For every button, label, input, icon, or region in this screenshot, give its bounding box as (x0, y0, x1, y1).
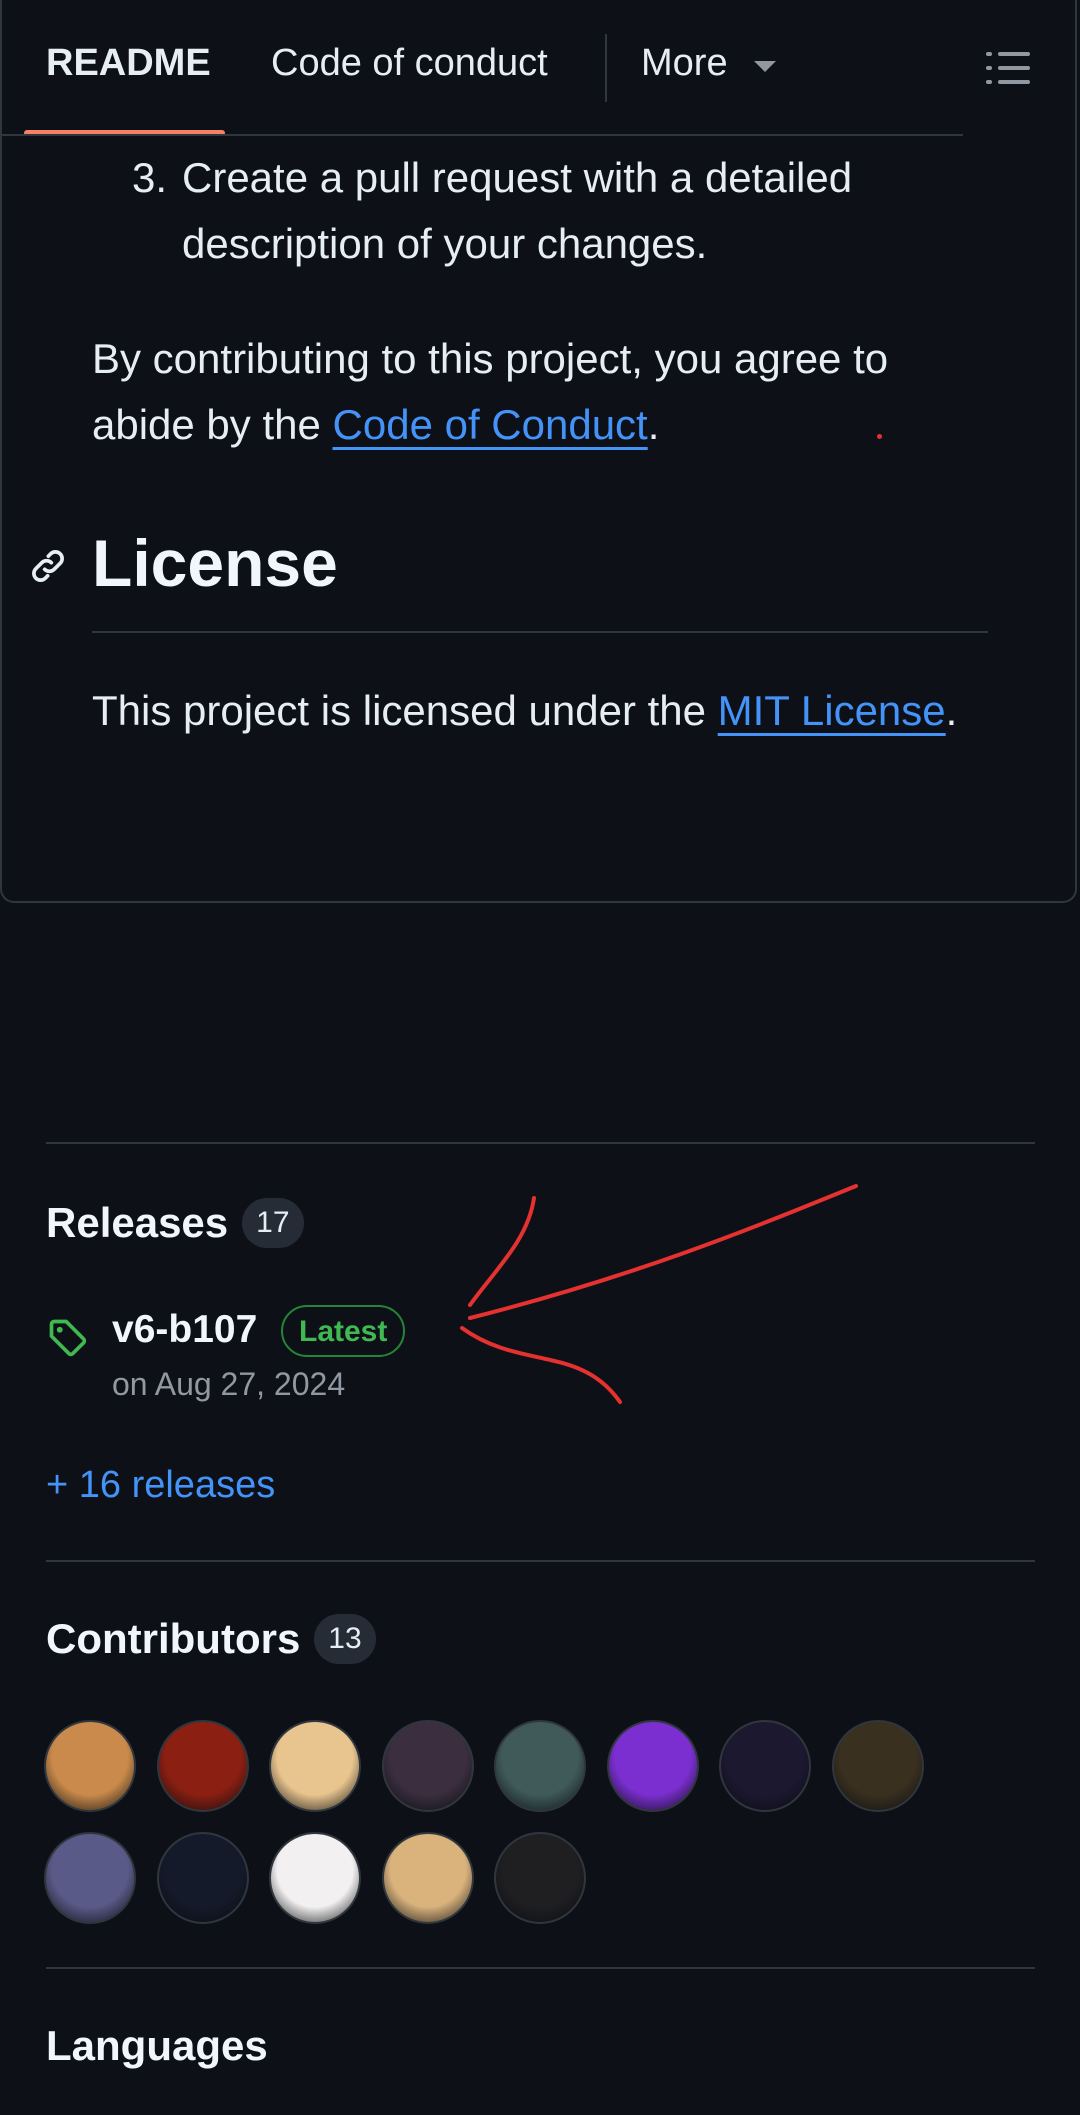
license-text: This project is licensed under the (92, 687, 718, 734)
tab-code-of-conduct[interactable]: Code of conduct (271, 42, 548, 85)
section-divider (46, 1142, 1035, 1144)
heading-rule (92, 631, 988, 633)
releases-heading[interactable]: Releases 17 (46, 1198, 304, 1248)
releases-count-badge: 17 (242, 1198, 304, 1248)
tab-bar-divider (0, 134, 963, 136)
tab-separator (605, 34, 607, 102)
contributor-avatar-12[interactable] (381, 1832, 474, 1924)
license-heading: License (92, 526, 338, 600)
contributors-count-badge: 13 (314, 1614, 376, 1664)
contributor-avatar-11[interactable] (269, 1832, 361, 1924)
releases-title: Releases (46, 1199, 229, 1246)
tag-icon (49, 1319, 87, 1357)
contributor-avatar-7[interactable] (719, 1720, 811, 1812)
contributor-avatar-9[interactable] (44, 1832, 136, 1924)
more-releases-link[interactable]: + 16 releases (46, 1464, 275, 1507)
anchor-link-icon[interactable] (28, 546, 68, 586)
license-period: . (945, 687, 958, 734)
contributor-avatar-3[interactable] (269, 1720, 361, 1812)
annotation-dot (877, 434, 882, 439)
contributor-avatar-5[interactable] (494, 1720, 586, 1812)
list-item-text: Create a pull request with a detailed de… (182, 154, 853, 267)
contributing-period: . (647, 401, 660, 448)
languages-heading[interactable]: Languages (46, 2022, 268, 2070)
list-item-number: 3. (132, 154, 168, 201)
contributor-avatar-2[interactable] (156, 1720, 249, 1812)
mit-license-link[interactable]: MIT License (718, 687, 946, 734)
section-divider (46, 1560, 1035, 1562)
tab-more-dropdown[interactable]: More (641, 42, 776, 85)
chevron-down-icon (753, 61, 776, 72)
contributor-avatar-10[interactable] (156, 1832, 249, 1924)
license-paragraph: This project is licensed under the MIT L… (92, 678, 972, 744)
contributor-avatar-8[interactable] (831, 1720, 924, 1812)
languages-title: Languages (46, 2022, 268, 2069)
section-divider (46, 1967, 1035, 1969)
contributor-avatar-4[interactable] (381, 1720, 474, 1812)
tab-readme[interactable]: README (46, 42, 211, 85)
contributors-title: Contributors (46, 1615, 301, 1662)
tab-more-label: More (641, 42, 728, 84)
release-date: on Aug 27, 2024 (112, 1366, 346, 1402)
code-of-conduct-link[interactable]: Code of Conduct (333, 401, 648, 448)
table-of-contents-icon[interactable] (986, 50, 1030, 86)
contributor-avatar-1[interactable] (44, 1720, 136, 1812)
contributors-heading[interactable]: Contributors 13 (46, 1614, 376, 1664)
latest-badge: Latest (281, 1305, 406, 1357)
contributor-avatar-6[interactable] (606, 1720, 699, 1812)
contributor-avatar-13[interactable] (494, 1832, 586, 1924)
contributing-paragraph: By contributing to this project, you agr… (92, 326, 992, 458)
latest-release-link[interactable]: v6-b107 (112, 1308, 257, 1352)
